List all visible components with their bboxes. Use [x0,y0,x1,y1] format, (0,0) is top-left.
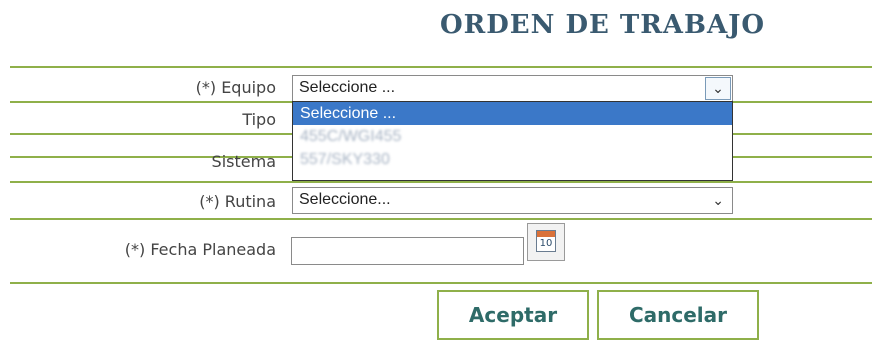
row-divider [10,282,872,284]
rutina-select-value: Seleccione... [299,191,391,208]
equipo-dropdown-toggle[interactable]: ⌄ [705,77,731,100]
chevron-down-icon: ⌄ [712,192,724,208]
fecha-planeada-label: (*) Fecha Planeada [124,240,276,259]
calendar-day-number: 10 [539,238,553,249]
calendar-icon: 10 [536,230,556,252]
row-divider [10,181,872,183]
equipo-label: (*) Equipo [195,78,276,97]
fecha-planeada-input[interactable] [291,237,524,265]
rutina-label: (*) Rutina [199,192,276,211]
calendar-button[interactable]: 10 [527,223,565,261]
chevron-down-icon: ⌄ [712,80,724,96]
equipo-select-value: Seleccione ... [299,79,396,96]
page-title: ORDEN DE TRABAJO [440,10,766,40]
equipo-option[interactable]: 455C/WGI455 [293,125,732,148]
accept-button[interactable]: Aceptar [437,290,589,340]
cancel-button[interactable]: Cancelar [597,290,759,340]
tipo-label: Tipo [242,110,276,129]
equipo-select[interactable]: Seleccione ... ⌄ [292,75,733,102]
row-divider [10,218,872,220]
equipo-option[interactable]: Seleccione ... [293,102,732,125]
sistema-label: Sistema [211,152,276,171]
equipo-dropdown-list: Seleccione ... 455C/WGI455 557/SKY330 [292,101,733,181]
rutina-select[interactable]: Seleccione... ⌄ [292,187,733,214]
equipo-option[interactable]: 557/SKY330 [293,148,732,171]
row-divider [10,66,872,68]
